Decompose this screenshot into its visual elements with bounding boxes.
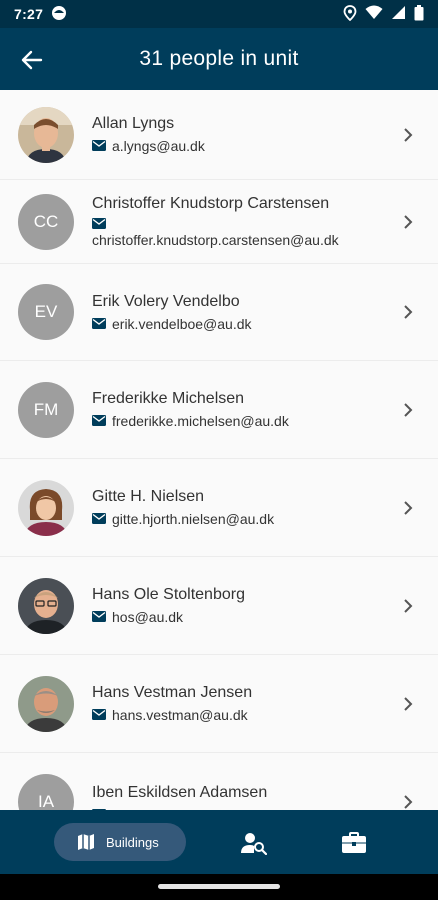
person-email: erik.vendelboe@au.dk	[112, 315, 252, 332]
notification-icon	[51, 5, 67, 24]
chevron-right-icon	[396, 123, 420, 147]
list-item[interactable]: Hans Ole Stoltenborg hos@au.dk	[0, 557, 438, 655]
status-time: 7:27	[14, 6, 44, 22]
chevron-right-icon	[396, 300, 420, 324]
list-item[interactable]: FM Frederikke Michelsen frederikke.miche…	[0, 361, 438, 459]
chevron-right-icon	[396, 496, 420, 520]
person-name: Christoffer Knudstorp Carstensen	[92, 195, 330, 212]
app-bar: 31 people in unit	[0, 28, 438, 90]
signal-icon	[391, 5, 406, 23]
list-item[interactable]: IA Iben Eskildsen Adamsen	[0, 753, 438, 810]
chevron-right-icon	[396, 692, 420, 716]
arrow-left-icon	[21, 50, 43, 70]
battery-icon	[414, 4, 424, 24]
gesture-navigation-bar	[0, 874, 438, 900]
mail-icon	[92, 218, 106, 229]
person-email: christoffer.knudstorp.carstensen@au.dk	[92, 232, 339, 248]
avatar: IA	[18, 773, 74, 810]
person-name: Gitte H. Nielsen	[92, 488, 205, 505]
nav-people-search-button[interactable]	[240, 830, 268, 856]
location-icon	[343, 4, 357, 24]
person-name: Allan Lyngs	[92, 115, 175, 132]
mail-icon	[92, 513, 106, 524]
avatar	[18, 106, 74, 163]
mail-icon	[92, 709, 106, 720]
chevron-right-icon	[396, 210, 420, 234]
list-item[interactable]: Gitte H. Nielsen gitte.hjorth.nielsen@au…	[0, 459, 438, 557]
list-item[interactable]: CC Christoffer Knudstorp Carstensen chri…	[0, 180, 438, 264]
list-item[interactable]: EV Erik Volery Vendelbo erik.vendelboe@a…	[0, 264, 438, 361]
page-title: 31 people in unit	[139, 47, 299, 70]
chevron-right-icon	[396, 594, 420, 618]
status-bar: 7:27	[0, 0, 438, 28]
person-email: hos@au.dk	[112, 609, 184, 625]
person-name: Iben Eskildsen Adamsen	[92, 783, 268, 801]
chevron-right-icon	[396, 398, 420, 422]
person-name: Hans Vestman Jensen	[92, 684, 253, 701]
nav-buildings-label: Buildings	[106, 834, 159, 850]
people-list: Allan Lyngs a.lyngs@au.dk CC Christoffer…	[0, 90, 438, 810]
mail-icon	[92, 611, 106, 622]
avatar	[18, 675, 74, 732]
avatar: CC	[18, 193, 74, 250]
back-button[interactable]	[16, 44, 48, 76]
avatar: FM	[18, 381, 74, 438]
wifi-icon	[365, 5, 383, 23]
nav-buildings-button[interactable]: Buildings	[54, 823, 186, 861]
avatar: EV	[18, 284, 74, 340]
list-item[interactable]: Allan Lyngs a.lyngs@au.dk	[0, 90, 438, 180]
mail-icon	[92, 140, 106, 151]
person-email: a.lyngs@au.dk	[112, 138, 205, 154]
home-indicator[interactable]	[158, 884, 280, 889]
briefcase-icon	[342, 832, 366, 853]
person-name: Frederikke Michelsen	[92, 390, 245, 407]
list-item[interactable]: Hans Vestman Jensen hans.vestman@au.dk	[0, 655, 438, 753]
person-search-icon	[241, 833, 267, 855]
map-icon	[78, 834, 94, 850]
mail-icon	[92, 415, 106, 426]
mail-icon	[92, 317, 106, 329]
person-name: Hans Ole Stoltenborg	[92, 586, 245, 603]
person-email: hans.vestman@au.dk	[112, 707, 248, 723]
bottom-navigation: Buildings	[0, 810, 438, 874]
avatar	[18, 479, 74, 536]
person-email: frederikke.michelsen@au.dk	[112, 413, 289, 429]
person-name: Erik Volery Vendelbo	[92, 292, 240, 310]
nav-work-button[interactable]	[340, 830, 368, 856]
person-email: gitte.hjorth.nielsen@au.dk	[112, 511, 275, 527]
chevron-right-icon	[396, 790, 420, 811]
avatar	[18, 577, 74, 634]
